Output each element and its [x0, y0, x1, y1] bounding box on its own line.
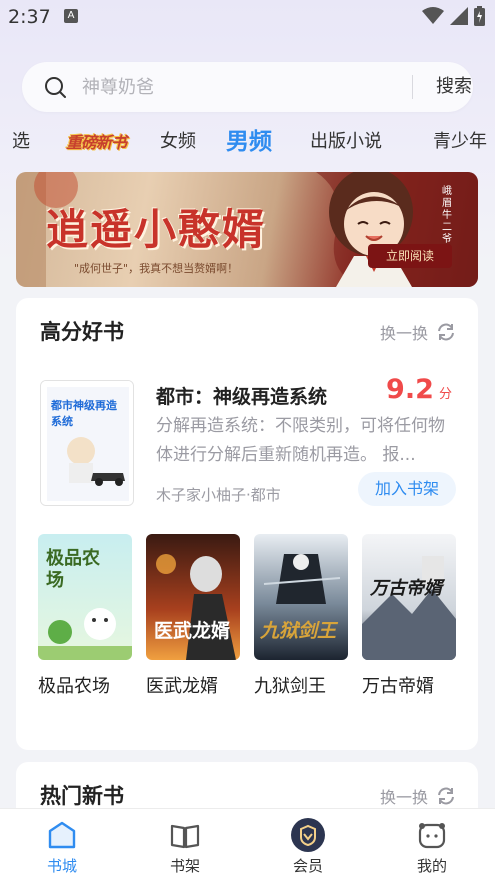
nav-label: 会员: [292, 857, 323, 875]
book-item[interactable]: 医武龙婿 医武龙婿: [146, 534, 240, 698]
book-cover: 极品农场: [38, 534, 132, 660]
tab-selected-partial[interactable]: 选: [12, 118, 30, 166]
tab-new-books-logo[interactable]: 重磅新书: [64, 128, 128, 158]
battery-icon: [474, 6, 485, 26]
book-cover-text: 万古帝婿: [370, 578, 442, 599]
search-icon: [45, 77, 66, 98]
book-cover: 万古帝婿: [362, 534, 456, 660]
high-score-section: 高分好书 换一换 都市神级再造系统 都市：神级再造系统 9.2 分 分解再造系统…: [16, 298, 478, 750]
nav-bookshelf[interactable]: 书架: [145, 809, 225, 880]
status-time: 2:37: [8, 6, 51, 28]
tab-male[interactable]: 男频: [226, 118, 272, 166]
bookshelf-icon: [170, 824, 200, 849]
book-cover: 医武龙婿: [146, 534, 240, 660]
featured-cover-text: 都市神级再造系统: [51, 399, 117, 428]
signal-icon: [450, 7, 468, 25]
bottom-nav: 书城 书架 会员 我的: [0, 808, 495, 880]
promo-banner[interactable]: 逍遥小憨婿 "成何世子"，我真不想当赘婿啊！ 立即阅读 峨眉牛二爷: [16, 172, 478, 287]
featured-book-title[interactable]: 都市：神级再造系统: [156, 382, 327, 409]
refresh-icon: [438, 787, 454, 805]
nav-bookstore[interactable]: 书城: [22, 809, 102, 880]
nav-label: 书架: [169, 857, 200, 875]
status-icons: [422, 6, 485, 26]
read-now-button[interactable]: 立即阅读: [368, 244, 452, 268]
search-divider: [412, 75, 413, 99]
status-bar: 2:37 A: [0, 0, 495, 34]
accessibility-icon: A: [64, 9, 78, 23]
book-cover-text: 极品农场: [46, 548, 100, 591]
refresh-button[interactable]: 换一换: [380, 320, 456, 344]
section-title: 热门新书: [40, 784, 124, 808]
book-cover-text: 九狱剑王: [260, 620, 337, 642]
tab-publishing[interactable]: 出版小说: [310, 118, 382, 166]
book-title: 医武龙婿: [146, 676, 218, 697]
featured-book-score: 9.2 分: [386, 374, 452, 405]
nav-profile[interactable]: 我的: [392, 809, 472, 880]
nav-label: 我的: [416, 857, 447, 875]
add-to-shelf-button[interactable]: 加入书架: [358, 472, 456, 506]
book-cover-text: 医武龙婿: [154, 620, 231, 642]
book-title: 极品农场: [38, 676, 110, 697]
category-tabs: 选 重磅新书 女频 男频 出版小说 青少年: [0, 118, 495, 166]
refresh-icon: [438, 323, 454, 341]
featured-book-description: 分解再造系统：不限类别，可将任何物体进行分解后重新随机再造。 报...: [156, 416, 445, 465]
book-title: 九狱剑王: [254, 676, 326, 697]
book-cover: 九狱剑王: [254, 534, 348, 660]
profile-icon: [418, 823, 446, 849]
book-item[interactable]: 极品农场 极品农场: [38, 534, 132, 698]
score-value: 9.2: [386, 374, 434, 405]
book-item[interactable]: 九狱剑王 九狱剑王: [254, 534, 348, 698]
search-button[interactable]: 搜索: [436, 62, 472, 112]
nav-label: 书城: [46, 857, 77, 875]
refresh-label: 换一换: [379, 324, 428, 343]
book-title: 万古帝婿: [362, 676, 434, 697]
refresh-label: 换一换: [379, 788, 428, 807]
bookstore-icon: [48, 821, 76, 849]
score-unit: 分: [438, 387, 452, 402]
nav-vip[interactable]: 会员: [268, 809, 348, 880]
search-bar[interactable]: 搜索: [22, 62, 473, 112]
refresh-button[interactable]: 换一换: [380, 784, 456, 808]
featured-book-meta: 木子家小柚子·都市: [156, 486, 281, 504]
search-input[interactable]: [82, 62, 372, 112]
book-item[interactable]: 万古帝婿 万古帝婿: [362, 534, 456, 698]
wifi-icon: [422, 7, 444, 24]
banner-title: 逍遥小憨婿: [46, 205, 267, 254]
tab-youth[interactable]: 青少年: [433, 118, 487, 166]
banner-subtitle: "成何世子"，我真不想当赘婿啊！: [74, 262, 239, 275]
banner-author: 峨眉牛二爷: [442, 186, 452, 245]
featured-book-cover[interactable]: 都市神级再造系统: [40, 380, 134, 506]
section-title: 高分好书: [40, 320, 124, 344]
vip-icon: [291, 818, 325, 852]
tab-female[interactable]: 女频: [160, 118, 196, 166]
